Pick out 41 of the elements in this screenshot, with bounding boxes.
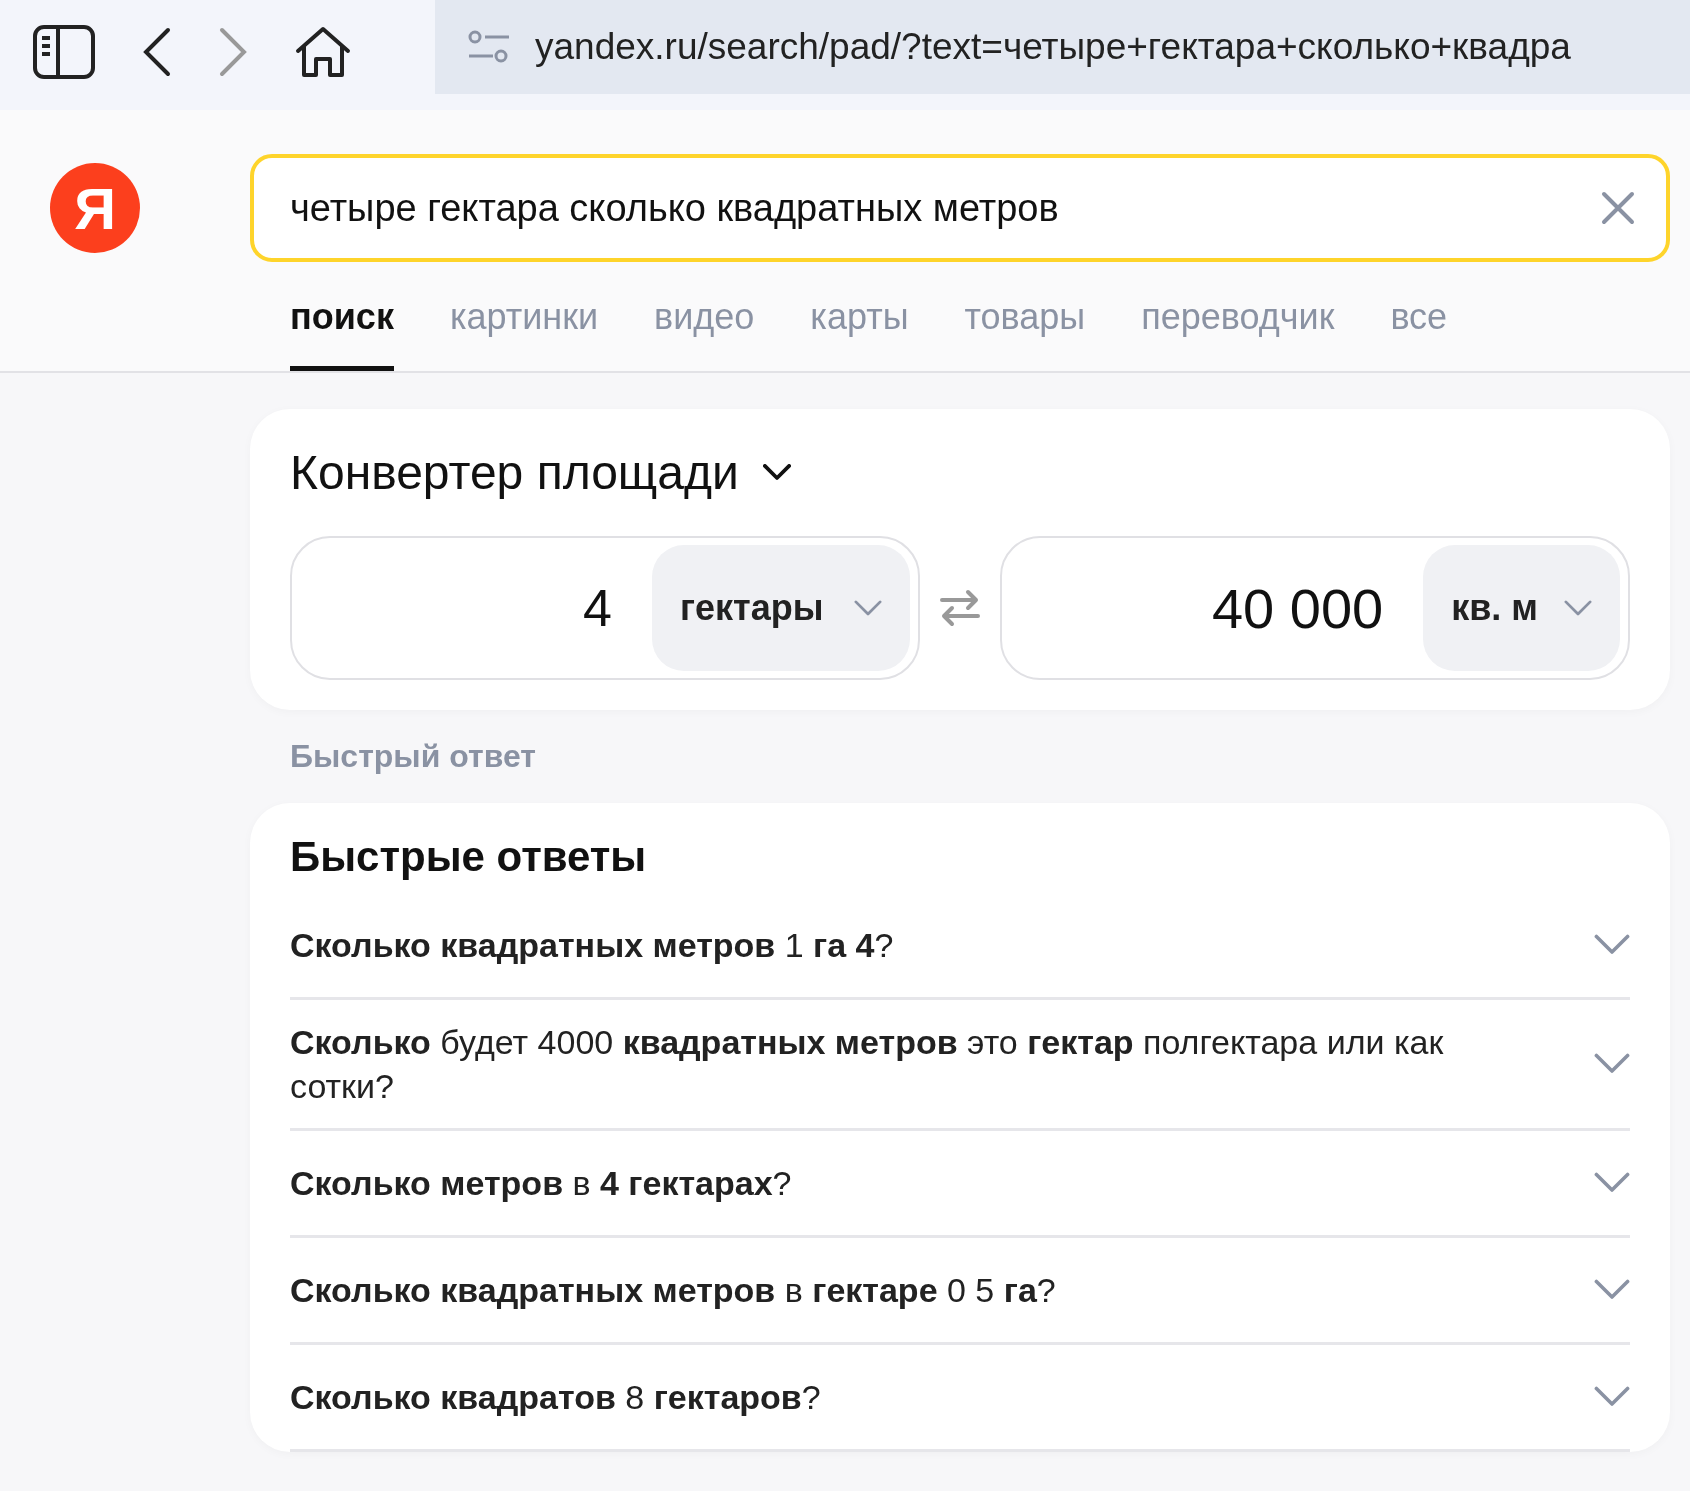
from-value-text[interactable]: 4 [583, 578, 652, 638]
chevron-down-icon [1594, 1172, 1630, 1194]
chevron-down-icon [854, 599, 882, 617]
sidebar-toggle-button[interactable] [32, 24, 96, 80]
chevron-down-icon [762, 464, 791, 481]
faq-question: Сколько будет 4000 квадратных метров это гектар полгектара или как сотки? [290, 1022, 1445, 1107]
search-field[interactable]: четыре гектара сколько квадратных метров [250, 154, 1670, 262]
chevron-down-icon [1594, 1386, 1630, 1408]
faq-title: Быстрые ответы [290, 833, 648, 881]
site-settings-icon[interactable] [467, 29, 511, 65]
url-text: yandex.ru/search/pad/?text=четыре+гектара+сколько+квадра [535, 26, 1571, 68]
quick-answer-label: Быстрый ответ [289, 737, 537, 776]
swap-button[interactable] [938, 588, 982, 628]
to-field[interactable]: 40 000 кв. м [1000, 536, 1630, 680]
to-value-text[interactable]: 40 000 [1211, 575, 1424, 641]
yandex-logo[interactable]: Я [50, 163, 140, 253]
home-button[interactable] [294, 25, 352, 79]
chevron-down-icon [1564, 599, 1592, 617]
search-query-text[interactable]: четыре гектара сколько квадратных метров [290, 186, 1059, 230]
faq-question: Сколько квадратов 8 гектаров? [290, 1377, 822, 1418]
faq-item[interactable]: Сколько квадратных метров в гектаре 0 5 га? [290, 1238, 1630, 1345]
faq-question: Сколько квадратных метров 1 га 4? [290, 925, 895, 966]
address-bar[interactable]: yandex.ru/search/pad/?text=четыре+гектара+сколько+квадра [435, 0, 1690, 94]
converter-menu-button[interactable] [762, 464, 791, 481]
back-button[interactable] [142, 27, 172, 77]
from-field[interactable]: 4 гектары [290, 536, 920, 680]
faq-question: Сколько метров в 4 гектарах? [290, 1163, 793, 1204]
search-tab[interactable]: поиск [290, 296, 394, 371]
converter-title: Конвертер площади [290, 445, 739, 500]
chevron-down-icon [1594, 1279, 1630, 1301]
faq-item[interactable]: Сколько квадратных метров 1 га 4? [290, 893, 1630, 1000]
from-unit-dropdown[interactable]: гектары [652, 545, 910, 671]
faq-item[interactable]: Сколько квадратов 8 гектаров? [290, 1345, 1630, 1452]
chevron-down-icon [1594, 1053, 1630, 1075]
clear-button[interactable] [1600, 190, 1636, 226]
forward-button[interactable] [218, 27, 248, 77]
faq-item[interactable]: Сколько метров в 4 гектарах? [290, 1131, 1630, 1238]
faq-item[interactable]: Сколько будет 4000 квадратных метров это гектар полгектара или как сотки? [290, 1000, 1630, 1131]
chevron-down-icon [1594, 934, 1630, 956]
to-unit-dropdown[interactable]: кв. м [1423, 545, 1620, 671]
faq-question: Сколько квадратных метров в гектаре 0 5 га? [290, 1270, 1057, 1311]
